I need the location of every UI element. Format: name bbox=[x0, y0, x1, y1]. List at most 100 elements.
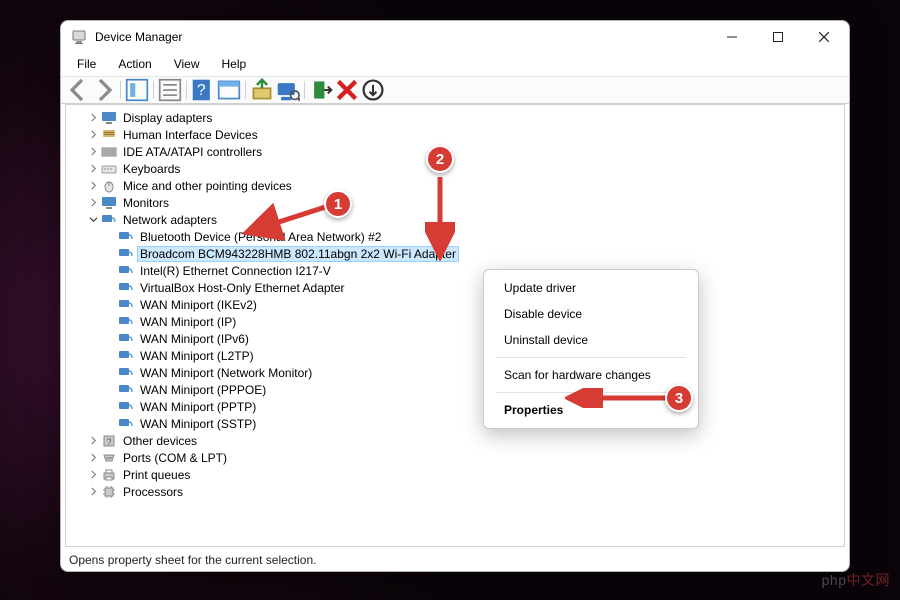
tree-item-hid[interactable]: Human Interface Devices bbox=[68, 126, 842, 143]
monitor-icon bbox=[101, 195, 117, 211]
tree-item-network-adapters[interactable]: Network adapters bbox=[68, 211, 842, 228]
back-button[interactable] bbox=[66, 79, 90, 101]
tree-label: VirtualBox Host-Only Ethernet Adapter bbox=[138, 281, 347, 295]
tree-item-intel-ethernet[interactable]: Intel(R) Ethernet Connection I217-V bbox=[68, 262, 842, 279]
chevron-right-icon[interactable] bbox=[86, 162, 100, 176]
ctx-uninstall-device[interactable]: Uninstall device bbox=[486, 327, 696, 353]
annotation-badge-3: 3 bbox=[665, 384, 693, 412]
network-adapter-icon bbox=[118, 229, 134, 245]
tree-label: Intel(R) Ethernet Connection I217-V bbox=[138, 264, 333, 278]
tree-item-print-queues[interactable]: Print queues bbox=[68, 466, 842, 483]
tree-label: Keyboards bbox=[121, 162, 182, 176]
menu-view[interactable]: View bbox=[164, 54, 210, 74]
tree-label: Broadcom BCM943228HMB 802.11abgn 2x2 Wi-… bbox=[138, 247, 458, 261]
tree-item-processors[interactable]: Processors bbox=[68, 483, 842, 500]
ctx-scan-hardware[interactable]: Scan for hardware changes bbox=[486, 362, 696, 388]
network-adapter-icon bbox=[118, 314, 134, 330]
enable-device-button[interactable] bbox=[309, 79, 333, 101]
action-button[interactable] bbox=[217, 79, 241, 101]
mouse-icon bbox=[101, 178, 117, 194]
chevron-right-icon[interactable] bbox=[86, 111, 100, 125]
tree-item-ide[interactable]: IDE ATA/ATAPI controllers bbox=[68, 143, 842, 160]
keyboard-icon bbox=[101, 161, 117, 177]
tree-item-ports[interactable]: Ports (COM & LPT) bbox=[68, 449, 842, 466]
minimize-button[interactable] bbox=[709, 22, 755, 52]
chevron-right-icon[interactable] bbox=[86, 434, 100, 448]
ctx-disable-device[interactable]: Disable device bbox=[486, 301, 696, 327]
tree-item-mice[interactable]: Mice and other pointing devices bbox=[68, 177, 842, 194]
tree-label: WAN Miniport (PPPOE) bbox=[138, 383, 268, 397]
tree-label: Network adapters bbox=[121, 213, 219, 227]
tree-label: WAN Miniport (IPv6) bbox=[138, 332, 251, 346]
tree-item-wan-ip[interactable]: WAN Miniport (IP) bbox=[68, 313, 842, 330]
menu-help[interactable]: Help bbox=[212, 54, 257, 74]
cpu-icon bbox=[101, 484, 117, 500]
network-adapter-icon bbox=[118, 365, 134, 381]
ctx-update-driver[interactable]: Update driver bbox=[486, 275, 696, 301]
properties-button[interactable] bbox=[158, 79, 182, 101]
tree-label: Monitors bbox=[121, 196, 171, 210]
forward-button[interactable] bbox=[92, 79, 116, 101]
tree-item-wan-pptp[interactable]: WAN Miniport (PPTP) bbox=[68, 398, 842, 415]
toolbar: ? bbox=[61, 76, 849, 104]
tree-item-bluetooth-pan[interactable]: Bluetooth Device (Personal Area Network)… bbox=[68, 228, 842, 245]
tree-item-wan-pppoe[interactable]: WAN Miniport (PPPOE) bbox=[68, 381, 842, 398]
tree-label: Processors bbox=[121, 485, 185, 499]
tree-item-virtualbox[interactable]: VirtualBox Host-Only Ethernet Adapter bbox=[68, 279, 842, 296]
tree-label: WAN Miniport (PPTP) bbox=[138, 400, 258, 414]
network-adapter-icon bbox=[118, 297, 134, 313]
menu-action[interactable]: Action bbox=[108, 54, 161, 74]
network-adapter-icon bbox=[118, 246, 134, 262]
tree-item-wan-l2tp[interactable]: WAN Miniport (L2TP) bbox=[68, 347, 842, 364]
tree-item-wan-ipv6[interactable]: WAN Miniport (IPv6) bbox=[68, 330, 842, 347]
tree-label: IDE ATA/ATAPI controllers bbox=[121, 145, 264, 159]
chevron-down-icon[interactable] bbox=[86, 213, 100, 227]
window-title: Device Manager bbox=[95, 30, 182, 44]
network-adapter-icon bbox=[118, 331, 134, 347]
tree-item-wan-sstp[interactable]: WAN Miniport (SSTP) bbox=[68, 415, 842, 432]
tree-item-wan-netmon[interactable]: WAN Miniport (Network Monitor) bbox=[68, 364, 842, 381]
tree-item-wan-ikev2[interactable]: WAN Miniport (IKEv2) bbox=[68, 296, 842, 313]
chevron-right-icon[interactable] bbox=[86, 145, 100, 159]
maximize-button[interactable] bbox=[755, 22, 801, 52]
tree-label: Human Interface Devices bbox=[121, 128, 260, 142]
disable-device-button[interactable] bbox=[361, 79, 385, 101]
help-button[interactable]: ? bbox=[191, 79, 215, 101]
watermark-text-b: 中文网 bbox=[847, 572, 891, 588]
chevron-right-icon[interactable] bbox=[86, 179, 100, 193]
tree-label: WAN Miniport (Network Monitor) bbox=[138, 366, 314, 380]
tree-label: Print queues bbox=[121, 468, 192, 482]
context-menu-separator bbox=[496, 357, 686, 358]
watermark: php中文网 bbox=[822, 570, 890, 590]
tree-label: WAN Miniport (SSTP) bbox=[138, 417, 258, 431]
chevron-right-icon[interactable] bbox=[86, 485, 100, 499]
update-driver-button[interactable] bbox=[250, 79, 274, 101]
network-adapter-icon bbox=[118, 263, 134, 279]
tree-item-display-adapters[interactable]: Display adapters bbox=[68, 109, 842, 126]
annotation-badge-2: 2 bbox=[426, 145, 454, 173]
tree-item-keyboards[interactable]: Keyboards bbox=[68, 160, 842, 177]
chevron-right-icon[interactable] bbox=[86, 451, 100, 465]
display-icon bbox=[101, 110, 117, 126]
app-icon bbox=[71, 29, 87, 45]
chevron-right-icon[interactable] bbox=[86, 468, 100, 482]
show-hide-tree-button[interactable] bbox=[125, 79, 149, 101]
ide-icon bbox=[101, 144, 117, 160]
titlebar: Device Manager bbox=[61, 21, 849, 53]
uninstall-device-button[interactable] bbox=[335, 79, 359, 101]
svg-text:?: ? bbox=[197, 82, 206, 99]
annotation-badge-1: 1 bbox=[324, 190, 352, 218]
chevron-right-icon[interactable] bbox=[86, 128, 100, 142]
port-icon bbox=[101, 450, 117, 466]
network-adapter-icon bbox=[118, 399, 134, 415]
menu-file[interactable]: File bbox=[67, 54, 106, 74]
menubar: File Action View Help bbox=[61, 53, 849, 76]
tree-item-other-devices[interactable]: ? Other devices bbox=[68, 432, 842, 449]
device-tree-panel[interactable]: Display adapters Human Interface Devices… bbox=[65, 104, 845, 547]
tree-item-monitors[interactable]: Monitors bbox=[68, 194, 842, 211]
close-button[interactable] bbox=[801, 22, 847, 52]
network-adapter-icon bbox=[118, 382, 134, 398]
scan-hardware-button[interactable] bbox=[276, 79, 300, 101]
tree-item-broadcom-wifi[interactable]: Broadcom BCM943228HMB 802.11abgn 2x2 Wi-… bbox=[68, 245, 842, 262]
chevron-right-icon[interactable] bbox=[86, 196, 100, 210]
